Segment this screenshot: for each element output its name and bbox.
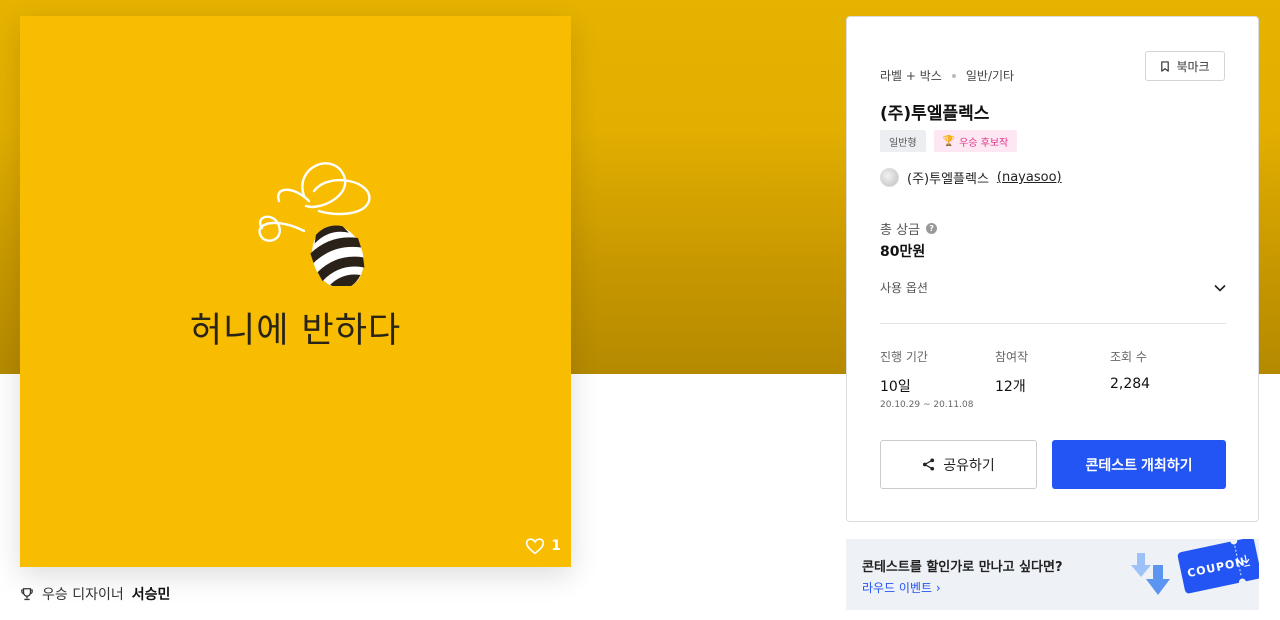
chevron-down-icon: [1214, 284, 1226, 292]
owner-name: (주)투엘플렉스: [907, 172, 989, 187]
share-label: 공유하기: [943, 456, 995, 473]
contest-title: (주)투엘플렉스: [880, 104, 990, 124]
stat-period-label: 진행 기간: [880, 350, 928, 364]
owner-handle-link[interactable]: (nayasoo): [997, 170, 1062, 185]
divider: [880, 323, 1226, 324]
tag-type: 일반형: [880, 130, 926, 152]
usage-options-dropdown[interactable]: 사용 옵션: [880, 279, 1226, 296]
logo-wordmark: 허니에 반하다: [189, 311, 402, 351]
help-icon[interactable]: ?: [926, 223, 938, 234]
designer-name[interactable]: 서승민: [132, 584, 171, 604]
stat-participants: 참여작 12개: [995, 348, 1028, 396]
prize-label: 총 상금 ?: [880, 219, 938, 238]
stat-period: 진행 기간 10일 20.10.29 ~ 20.11.08: [880, 348, 973, 410]
prize-value: 80만원: [880, 244, 926, 260]
category-secondary[interactable]: 일반/기타: [966, 67, 1014, 84]
bookmark-icon: [1161, 60, 1170, 72]
bookmark-button[interactable]: 북마크: [1145, 51, 1225, 81]
stat-views-label: 조회 수: [1110, 350, 1147, 364]
contest-artwork[interactable]: 허니에 반하다 1: [20, 16, 571, 567]
stat-views: 조회 수 2,284: [1110, 348, 1150, 392]
stat-participants-value: 12개: [995, 379, 1026, 395]
breadcrumb: 라벨 + 박스 일반/기타: [880, 67, 1014, 84]
bookmark-label: 북마크: [1176, 59, 1210, 74]
designer-label: 우승 디자이너: [42, 587, 124, 603]
event-link-label: 라우드 이벤트: [862, 581, 933, 595]
coupon-question: 콘테스트를 할인가로 만나고 싶다면?: [862, 560, 1063, 575]
heart-icon: [526, 538, 545, 555]
prize-label-text: 총 상금: [880, 223, 921, 238]
stat-views-value: 2,284: [1110, 376, 1151, 392]
share-icon: [923, 458, 935, 471]
host-contest-button[interactable]: 콘테스트 개최하기: [1052, 440, 1226, 489]
contest-info-panel: 라벨 + 박스 일반/기타 북마크 (주)투엘플렉스 일반형 🏆 우승 후보작 …: [846, 16, 1259, 522]
tag-list: 일반형 🏆 우승 후보작: [880, 130, 1018, 152]
stat-participants-label: 참여작: [995, 350, 1029, 364]
event-link[interactable]: 라우드 이벤트 ›: [862, 579, 941, 596]
chevron-right-icon: ›: [935, 581, 941, 595]
usage-options-label: 사용 옵션: [880, 281, 928, 295]
stat-period-range: 20.10.29 ~ 20.11.08: [880, 400, 974, 410]
bee-logo: [258, 162, 371, 286]
share-button[interactable]: 공유하기: [880, 440, 1037, 489]
tag-candidate: 🏆 우승 후보작: [933, 130, 1018, 152]
category-primary[interactable]: 라벨 + 박스: [880, 67, 942, 84]
trophy-icon: 🏆: [942, 135, 956, 147]
contest-owner[interactable]: (주)투엘플렉스 (nayasoo): [880, 168, 1062, 187]
coupon-illustration: COUPON: [1131, 539, 1259, 595]
stat-period-value: 10일: [880, 379, 911, 395]
like-button[interactable]: 1: [525, 537, 561, 555]
like-count: 1: [551, 538, 561, 554]
trophy-icon: [21, 588, 33, 601]
tag-candidate-label: 우승 후보작: [959, 137, 1009, 149]
coupon-banner[interactable]: 콘테스트를 할인가로 만나고 싶다면? 라우드 이벤트 › COUPON: [846, 539, 1259, 610]
separator-dot: [951, 73, 956, 78]
avatar: [880, 168, 899, 187]
winning-designer: 우승 디자이너 서승민: [20, 584, 170, 604]
